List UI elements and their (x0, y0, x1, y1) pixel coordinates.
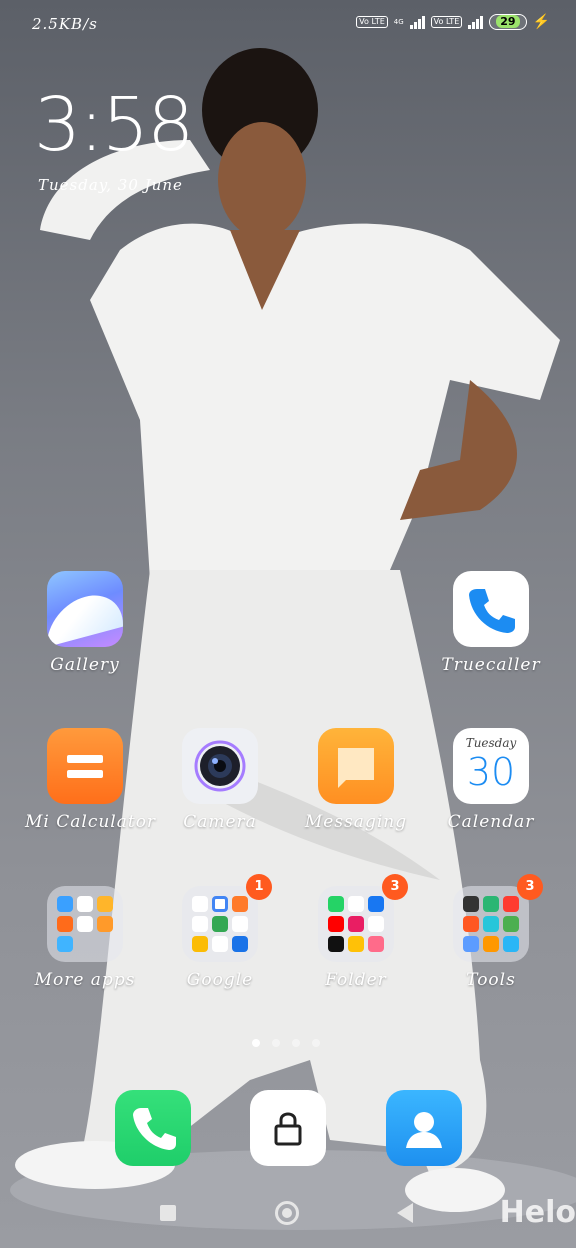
folder-more-apps[interactable]: More apps (25, 886, 145, 990)
signal-icon (409, 15, 425, 29)
app-label: Gallery (50, 655, 120, 675)
volte-icon-sim2: Vo LTE (430, 16, 463, 28)
app-gallery[interactable]: Gallery (25, 571, 145, 675)
contacts-icon (406, 1112, 442, 1148)
watermark: Helo (499, 1195, 576, 1230)
status-bar: 2.5KB/s Vo LTE 4G Vo LTE 29 ⚡ (0, 0, 576, 50)
app-messaging[interactable]: Messaging (296, 728, 416, 832)
app-truecaller[interactable]: Truecaller (431, 571, 551, 675)
app-label: Calendar (447, 812, 535, 832)
notification-badge: 3 (517, 874, 543, 900)
network-type: 4G (393, 18, 404, 26)
truecaller-icon (453, 571, 529, 647)
page-dot[interactable] (272, 1039, 280, 1047)
volte-icon: Vo LTE (356, 16, 388, 28)
app-label: Messaging (304, 812, 408, 832)
folder-icon (318, 886, 394, 962)
folder-icon (47, 886, 123, 962)
app-mi-calculator[interactable]: Mi Calculator (25, 728, 157, 832)
page-dot[interactable] (252, 1039, 260, 1047)
folder-icon (182, 886, 258, 962)
calendar-icon: Tuesday 30 (453, 728, 529, 804)
clock-date[interactable]: Tuesday, 30 June (38, 176, 183, 194)
app-label: Mi Calculator (25, 812, 157, 832)
battery-icon: 29 (489, 14, 527, 30)
folder-tools[interactable]: 3 Tools (431, 874, 551, 990)
app-label: Google (186, 970, 254, 990)
messaging-icon (318, 728, 394, 804)
phone-icon (133, 1108, 176, 1150)
camera-icon (182, 728, 258, 804)
notification-badge: 1 (246, 874, 272, 900)
battery-level: 29 (496, 15, 520, 28)
app-label: Tools (466, 970, 516, 990)
home-button[interactable] (275, 1201, 299, 1225)
recents-button[interactable] (160, 1205, 176, 1221)
back-button[interactable] (397, 1203, 413, 1223)
lock-icon (274, 1112, 302, 1146)
signal-icon-sim2 (468, 15, 484, 29)
app-camera[interactable]: Camera (160, 728, 280, 832)
dock-lock[interactable] (250, 1090, 326, 1166)
page-indicator[interactable] (252, 1039, 320, 1047)
app-calendar[interactable]: Tuesday 30 Calendar (431, 728, 551, 832)
app-label: Folder (325, 970, 387, 990)
page-dot[interactable] (292, 1039, 300, 1047)
folder-icon (453, 886, 529, 962)
calendar-day: Tuesday (465, 736, 517, 750)
clock-time[interactable]: 3:58 (34, 82, 194, 168)
gallery-icon (47, 571, 123, 647)
app-label: More apps (34, 970, 136, 990)
status-icons: Vo LTE 4G Vo LTE 29 ⚡ (356, 14, 550, 30)
calculator-icon (47, 728, 123, 804)
notification-badge: 3 (382, 874, 408, 900)
network-speed: 2.5KB/s (32, 15, 98, 33)
folder-google[interactable]: 1 Google (160, 874, 280, 990)
app-label: Truecaller (441, 655, 541, 675)
folder-folder[interactable]: 3 Folder (296, 874, 416, 990)
dock-phone[interactable] (115, 1090, 191, 1166)
app-label: Camera (183, 812, 257, 832)
page-dot[interactable] (312, 1039, 320, 1047)
calendar-date: 30 (466, 750, 516, 794)
dock-contacts[interactable] (386, 1090, 462, 1166)
charging-icon: ⚡ (532, 14, 550, 30)
